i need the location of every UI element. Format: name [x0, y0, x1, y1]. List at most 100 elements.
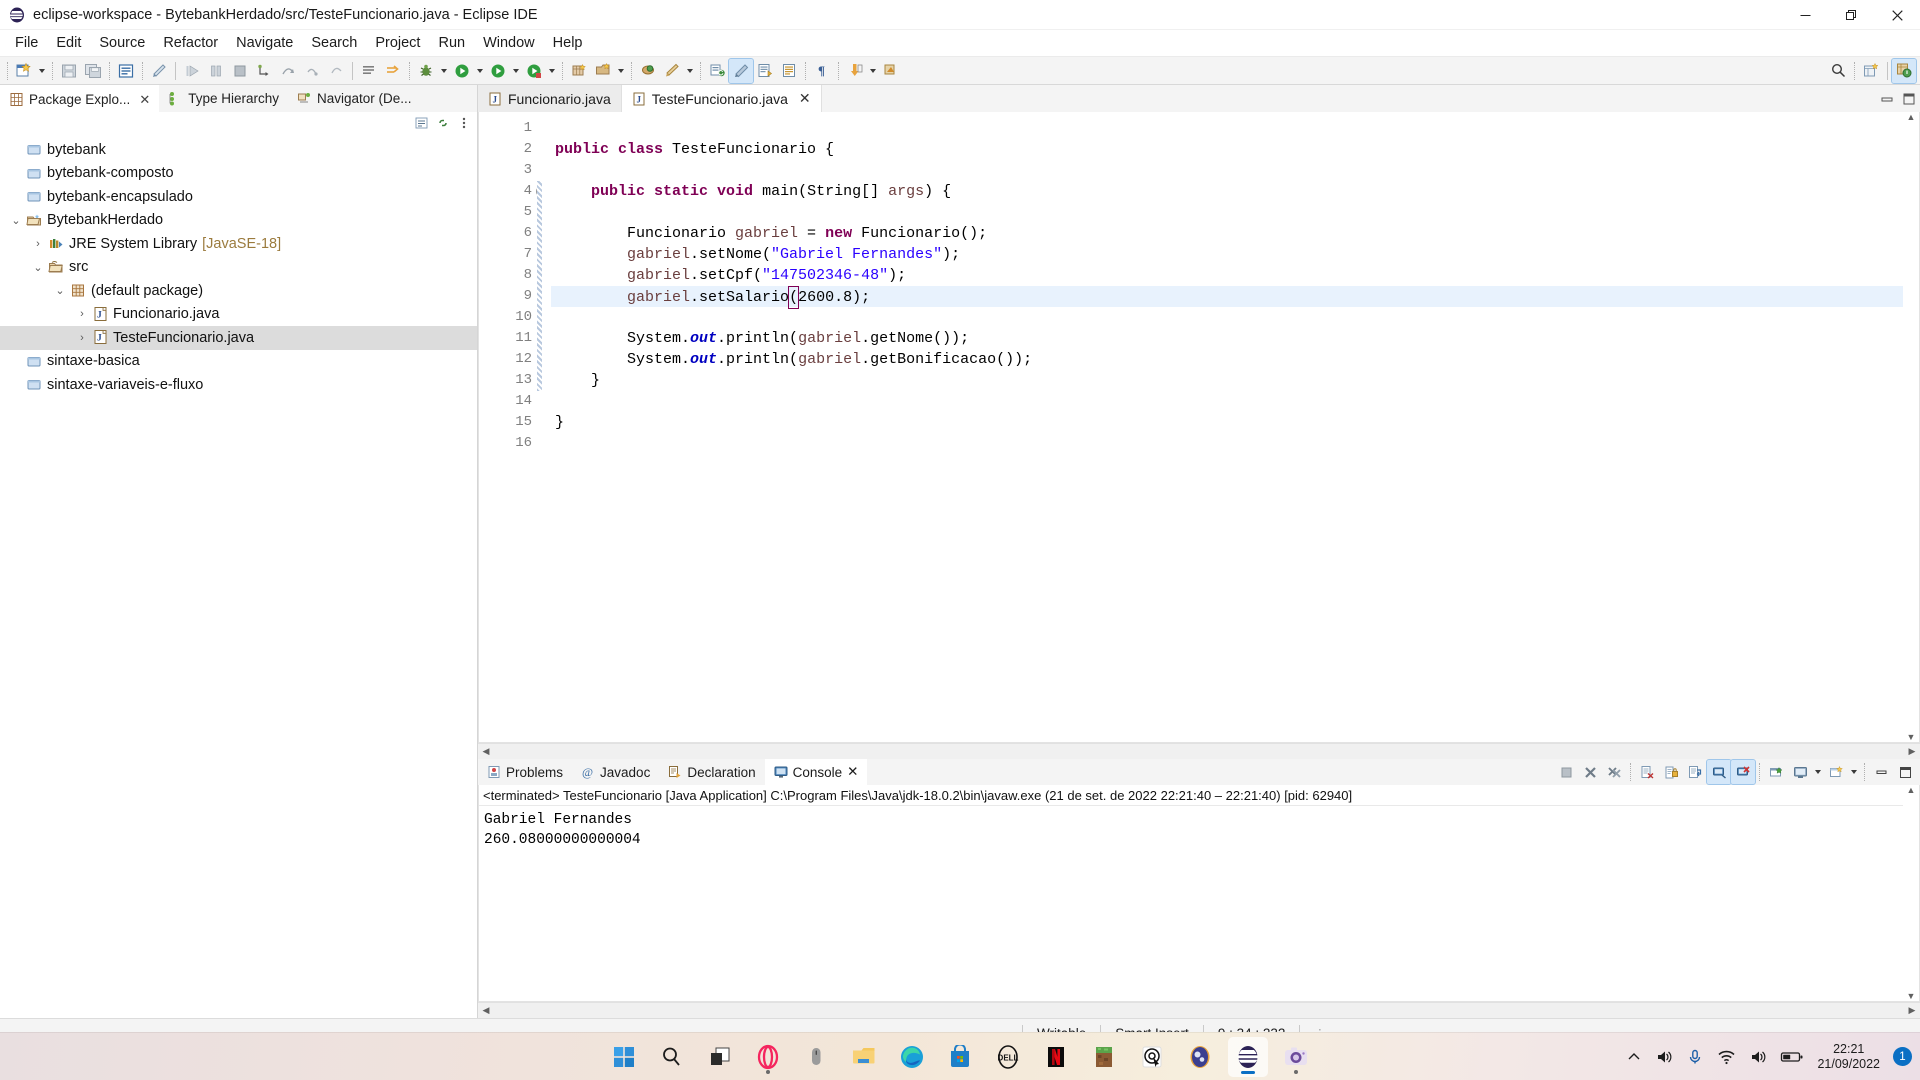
- tree-item-bytebank-composto[interactable]: bytebank-composto: [0, 162, 477, 186]
- scroll-right-arrow[interactable]: ▶: [1904, 1005, 1920, 1016]
- save-icon[interactable]: [57, 59, 81, 83]
- pilcrow-icon[interactable]: ¶: [810, 59, 834, 83]
- open-console-dropdown-arrow[interactable]: [1848, 760, 1860, 784]
- scroll-down-arrow[interactable]: ▼: [1903, 991, 1919, 1001]
- code-line-15[interactable]: }: [551, 412, 1919, 433]
- menu-window[interactable]: Window: [474, 31, 544, 56]
- tree-item-jre-system-library[interactable]: › JRE System Library [JavaSE-18]: [0, 232, 477, 256]
- maximize-icon[interactable]: [1893, 760, 1917, 784]
- display-selected-console-icon[interactable]: [1788, 760, 1812, 784]
- code-line-3[interactable]: [551, 160, 1919, 181]
- menu-run[interactable]: Run: [429, 31, 474, 56]
- code-line-6[interactable]: Funcionario gabriel = new Funcionario();: [551, 223, 1919, 244]
- menu-edit[interactable]: Edit: [47, 31, 90, 56]
- open-console-icon[interactable]: [1824, 760, 1848, 784]
- chevron-down-icon[interactable]: ⌄: [8, 214, 24, 227]
- previous-annotation-icon[interactable]: [879, 59, 903, 83]
- tree-item-bytebankherdado[interactable]: ⌄ BytebankHerdado: [0, 209, 477, 233]
- menu-refactor[interactable]: Refactor: [154, 31, 227, 56]
- editor-horizontal-scrollbar[interactable]: ◀ ▶: [478, 743, 1920, 759]
- close-icon[interactable]: ✕: [139, 92, 150, 108]
- toggle-mark-occurrences-icon[interactable]: [728, 57, 754, 84]
- display-console-dropdown-arrow[interactable]: [1812, 760, 1824, 784]
- maximize-icon[interactable]: [1902, 92, 1916, 106]
- chevron-down-icon[interactable]: ⌄: [52, 284, 68, 297]
- scroll-left-arrow[interactable]: ◀: [478, 746, 494, 757]
- tab-navigator[interactable]: Navigator (De...: [288, 85, 421, 112]
- open-element-icon[interactable]: [753, 59, 777, 83]
- tree-item-funcionario-java[interactable]: › J Funcionario.java: [0, 303, 477, 327]
- code-line-14[interactable]: [551, 391, 1919, 412]
- new-wizard-icon[interactable]: [12, 59, 36, 83]
- opera-icon[interactable]: [748, 1037, 788, 1077]
- remove-launch-icon[interactable]: [1578, 760, 1602, 784]
- mouse-settings-icon[interactable]: [796, 1037, 836, 1077]
- console-vertical-scrollbar[interactable]: ▲ ▼: [1903, 785, 1919, 1001]
- coverage-icon[interactable]: [522, 59, 546, 83]
- run-dropdown-arrow[interactable]: [474, 59, 486, 83]
- code-line-9[interactable]: gabriel.setSalario(2600.8);: [551, 286, 1919, 309]
- camera-icon[interactable]: [1276, 1037, 1316, 1077]
- open-perspective-icon[interactable]: [1859, 59, 1883, 83]
- tab-problems[interactable]: Problems: [478, 759, 572, 785]
- chevron-right-icon[interactable]: ›: [30, 238, 46, 250]
- drop-to-frame-icon[interactable]: [324, 59, 348, 83]
- step-over-icon[interactable]: [276, 59, 300, 83]
- print-icon[interactable]: [147, 59, 171, 83]
- remove-all-terminated-icon[interactable]: [1602, 760, 1626, 784]
- folding-ruler[interactable]: [537, 112, 551, 742]
- eclipse-icon[interactable]: [1228, 1036, 1268, 1077]
- scroll-up-arrow[interactable]: ▲: [1903, 112, 1919, 122]
- netflix-icon[interactable]: [1036, 1037, 1076, 1077]
- code-line-16[interactable]: [551, 433, 1919, 454]
- next-annotation-icon[interactable]: [843, 59, 867, 83]
- link-with-editor-icon[interactable]: [435, 115, 450, 130]
- collapse-all-icon[interactable]: [414, 115, 429, 130]
- minimize-icon[interactable]: [1869, 760, 1893, 784]
- tree-item-src[interactable]: ⌄ src: [0, 256, 477, 280]
- console-output-panel[interactable]: <terminated> TesteFuncionario [Java Appl…: [478, 785, 1920, 1002]
- chevron-down-icon[interactable]: ⌄: [30, 261, 46, 274]
- code-line-5[interactable]: [551, 202, 1919, 223]
- chevron-right-icon[interactable]: ›: [74, 308, 90, 320]
- minimize-button[interactable]: [1782, 0, 1828, 30]
- show-console-on-error-icon[interactable]: [1730, 759, 1756, 785]
- terminate-icon[interactable]: [228, 59, 252, 83]
- menu-search[interactable]: Search: [302, 31, 366, 56]
- suspend-icon[interactable]: [204, 59, 228, 83]
- scroll-right-arrow[interactable]: ▶: [1904, 746, 1920, 757]
- tab-declaration[interactable]: Declaration: [659, 759, 764, 785]
- terminate-icon[interactable]: [1554, 760, 1578, 784]
- volume-icon[interactable]: [1749, 1048, 1767, 1066]
- tree-item-bytebank[interactable]: bytebank: [0, 138, 477, 162]
- next-annotation-dropdown-arrow[interactable]: [867, 59, 879, 83]
- menu-file[interactable]: File: [6, 31, 47, 56]
- tree-item-default-package[interactable]: ⌄ (default package): [0, 279, 477, 303]
- debug-icon[interactable]: [414, 59, 438, 83]
- microphone-icon[interactable]: [1686, 1048, 1704, 1066]
- scroll-up-arrow[interactable]: ▲: [1903, 785, 1919, 795]
- microsoft-edge-icon[interactable]: [892, 1037, 932, 1077]
- close-icon[interactable]: ✕: [799, 90, 811, 107]
- wifi-icon[interactable]: [1717, 1048, 1736, 1066]
- code-line-12[interactable]: System.out.println(gabriel.getBonificaca…: [551, 349, 1919, 370]
- minecraft-icon[interactable]: [1084, 1037, 1124, 1077]
- tab-console[interactable]: Console ✕: [764, 759, 868, 785]
- tree-item-sintaxe-variaveis-e-fluxo[interactable]: sintaxe-variaveis-e-fluxo: [0, 373, 477, 397]
- back-icon[interactable]: [705, 59, 729, 83]
- show-hidden-icons-icon[interactable]: [1626, 1049, 1642, 1065]
- battery-icon[interactable]: [1780, 1048, 1804, 1066]
- open-task-icon[interactable]: [357, 59, 381, 83]
- resume-icon[interactable]: [180, 59, 204, 83]
- new-wizard-dropdown-arrow[interactable]: [36, 59, 48, 83]
- code-line-8[interactable]: gabriel.setCpf("147502346-48");: [551, 265, 1919, 286]
- last-edit-location-icon[interactable]: [660, 59, 684, 83]
- close-icon[interactable]: ✕: [847, 764, 858, 780]
- word-wrap-icon[interactable]: [1683, 760, 1707, 784]
- menu-help[interactable]: Help: [544, 31, 592, 56]
- minimize-icon[interactable]: [1880, 92, 1894, 106]
- code-text[interactable]: public class TesteFuncionario { public s…: [551, 112, 1919, 742]
- tab-package-explorer[interactable]: Package Explo... ✕: [0, 85, 160, 112]
- menu-navigate[interactable]: Navigate: [227, 31, 302, 56]
- task-view-icon[interactable]: [700, 1037, 740, 1077]
